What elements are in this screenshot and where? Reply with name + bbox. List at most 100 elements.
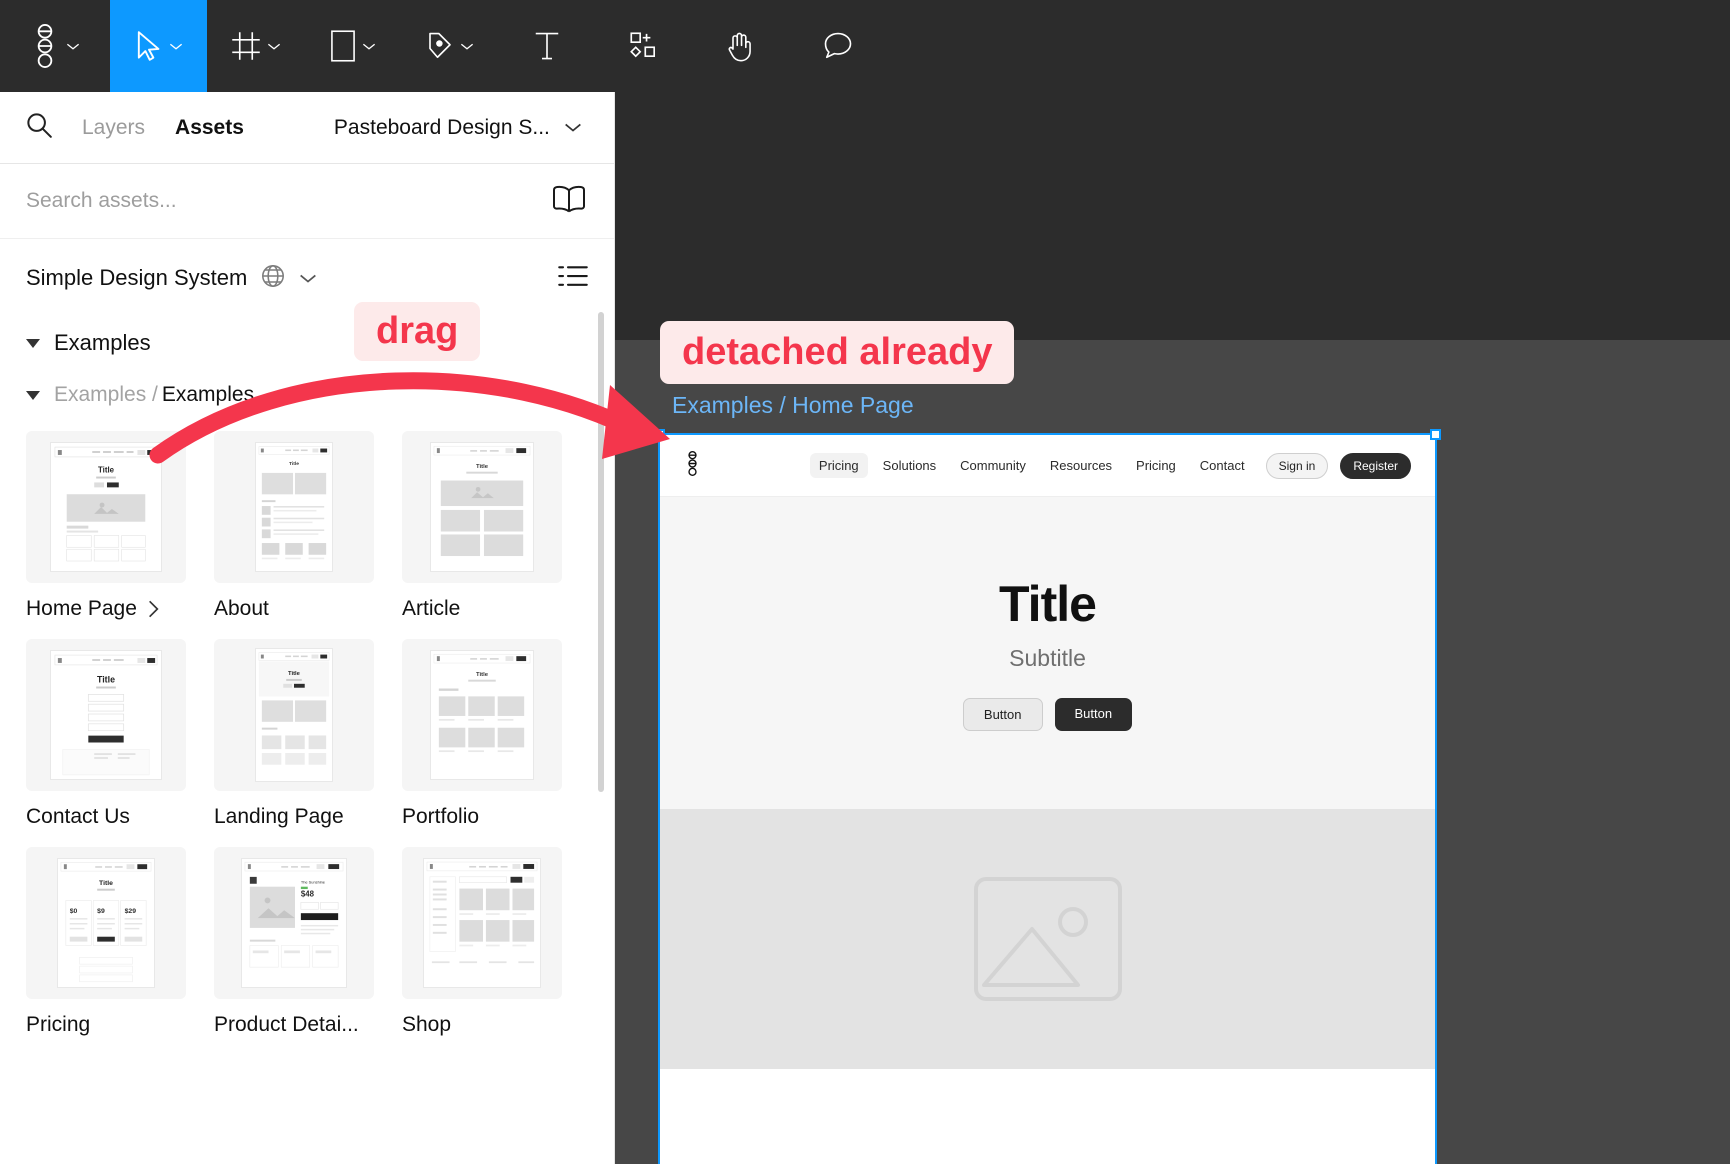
asset-thumbnail[interactable]: The Sunshine $48 — [214, 847, 374, 999]
hero-subtitle: Subtitle — [1009, 645, 1086, 671]
group-examples-label: Examples — [54, 330, 151, 355]
asset-cell-contact-us[interactable]: Title Contact Us — [26, 639, 186, 829]
frame-hero-section: Title Subtitle Button Button — [660, 497, 1435, 809]
asset-label: Contact Us — [26, 805, 186, 829]
svg-text:$0: $0 — [70, 908, 78, 915]
asset-label-text: Contact Us — [26, 805, 130, 828]
chevron-right-icon[interactable] — [147, 600, 160, 618]
asset-cell-home-page[interactable]: Title Home Page — [26, 431, 186, 621]
toolbar — [0, 0, 1730, 92]
hand-icon — [728, 32, 751, 62]
text-tool-button[interactable] — [498, 0, 595, 92]
assets-panel: Layers Assets Pasteboard Design S... Sea… — [0, 92, 615, 1164]
asset-label: Shop — [402, 1013, 562, 1037]
asset-cell-article[interactable]: Title Article — [402, 431, 562, 621]
asset-cell-shop[interactable]: Shop — [402, 847, 562, 1037]
chevron-down-icon — [460, 43, 473, 50]
frame-name-label[interactable]: Examples / Home Page — [672, 392, 914, 419]
nav-link-pricing[interactable]: Pricing — [809, 453, 868, 478]
asset-label-text: Product Detai... — [214, 1013, 359, 1036]
asset-label-text: Pricing — [26, 1013, 91, 1036]
resize-handle-top-right[interactable] — [1430, 429, 1441, 440]
hand-tool-button[interactable] — [692, 0, 789, 92]
frame-lower-section — [660, 1069, 1435, 1164]
library-selector[interactable]: Pasteboard Design S... — [334, 116, 582, 140]
pen-tool-button[interactable] — [401, 0, 498, 92]
library-book-icon[interactable] — [550, 184, 588, 219]
search-icon[interactable] — [26, 112, 52, 143]
figma-logo-icon — [37, 24, 53, 68]
nav-link-resources[interactable]: Resources — [1041, 453, 1121, 478]
frame-navbar: Pricing Solutions Community Resources Pr… — [660, 435, 1435, 497]
asset-thumbnail[interactable]: Title $0 $9 $29 — [26, 847, 186, 999]
list-view-icon[interactable] — [558, 263, 588, 294]
asset-cell-portfolio[interactable]: Title Portfolio — [402, 639, 562, 829]
asset-thumbnail[interactable]: Title — [26, 639, 186, 791]
chevron-down-icon — [66, 43, 80, 50]
tab-layers[interactable]: Layers — [82, 116, 145, 140]
canvas[interactable]: Examples / Home Page </> Pricing Solutio… — [615, 92, 1730, 1164]
image-placeholder-icon — [973, 877, 1122, 1001]
svg-text:Title: Title — [288, 671, 301, 677]
nav-link-contact[interactable]: Contact — [1191, 453, 1254, 478]
tab-assets[interactable]: Assets — [175, 116, 244, 140]
sign-in-button[interactable]: Sign in — [1265, 452, 1329, 479]
library-row: Simple Design System — [0, 239, 614, 317]
asset-label: Portfolio — [402, 805, 562, 829]
annotation-detached-already: detached already — [660, 321, 1015, 384]
chevron-down-icon[interactable] — [299, 273, 317, 284]
group-examples[interactable]: Examples — [0, 317, 614, 369]
asset-thumbnail[interactable] — [402, 847, 562, 999]
asset-thumbnail[interactable]: Title — [402, 639, 562, 791]
asset-thumbnail[interactable]: Title — [26, 431, 186, 583]
asset-thumbnail[interactable]: Title — [402, 431, 562, 583]
assets-search-row — [0, 164, 614, 239]
hero-button-group: Button Button — [962, 698, 1133, 731]
svg-text:$48: $48 — [301, 890, 315, 899]
asset-cell-landing-page[interactable]: Title Landing Page — [214, 639, 374, 829]
resize-handle-top-left[interactable] — [654, 429, 665, 440]
text-icon — [535, 32, 558, 60]
asset-thumbnail[interactable]: Title — [214, 431, 374, 583]
hero-secondary-button[interactable]: Button — [962, 698, 1043, 731]
frame-tool-button[interactable] — [207, 0, 304, 92]
selected-frame-home-page[interactable]: Pricing Solutions Community Resources Pr… — [654, 429, 1441, 1164]
asset-label-text: Portfolio — [402, 805, 480, 828]
asset-label: Product Detai... — [214, 1013, 374, 1037]
shape-tool-button[interactable] — [304, 0, 401, 92]
panel-scrollbar[interactable] — [598, 312, 604, 792]
asset-label: Home Page — [26, 597, 186, 621]
pen-icon — [428, 32, 451, 59]
figma-menu-button[interactable] — [0, 0, 110, 92]
asset-cell-pricing[interactable]: Title $0 $9 $29 Pricing — [26, 847, 186, 1037]
asset-cell-product-detail[interactable]: The Sunshine $48 Product Detai... — [214, 847, 374, 1037]
frame-icon — [231, 32, 260, 60]
asset-label: About — [214, 597, 374, 621]
nav-link-community[interactable]: Community — [951, 453, 1035, 478]
assets-grid: Title Home Page Title About Title Articl… — [0, 421, 614, 1055]
move-tool-button[interactable] — [110, 0, 207, 92]
comment-bubble-icon — [824, 32, 851, 59]
components-plus-icon — [629, 32, 655, 58]
hero-primary-button[interactable]: Button — [1054, 698, 1133, 731]
nav-link-pricing-2[interactable]: Pricing — [1127, 453, 1185, 478]
group-breadcrumb-parent: Examples / — [54, 383, 158, 406]
resources-tool-button[interactable] — [595, 0, 692, 92]
triangle-down-icon — [26, 338, 40, 348]
chevron-down-icon — [362, 43, 375, 50]
asset-cell-about[interactable]: Title About — [214, 431, 374, 621]
register-button[interactable]: Register — [1340, 452, 1411, 479]
group-examples-examples[interactable]: Examples / Examples — [0, 369, 614, 421]
search-input[interactable] — [26, 189, 446, 213]
figma-logo-icon — [684, 450, 701, 481]
rectangle-icon — [330, 30, 355, 62]
globe-icon — [261, 264, 285, 293]
comment-tool-button[interactable] — [789, 0, 886, 92]
group-breadcrumb-current: Examples — [161, 383, 255, 406]
svg-text:Title: Title — [476, 464, 489, 470]
figma-app-window: Layers Assets Pasteboard Design S... Sea… — [0, 0, 1730, 1164]
nav-link-solutions[interactable]: Solutions — [874, 453, 945, 478]
hero-title: Title — [999, 576, 1097, 632]
svg-text:Title: Title — [289, 461, 299, 467]
asset-thumbnail[interactable]: Title — [214, 639, 374, 791]
